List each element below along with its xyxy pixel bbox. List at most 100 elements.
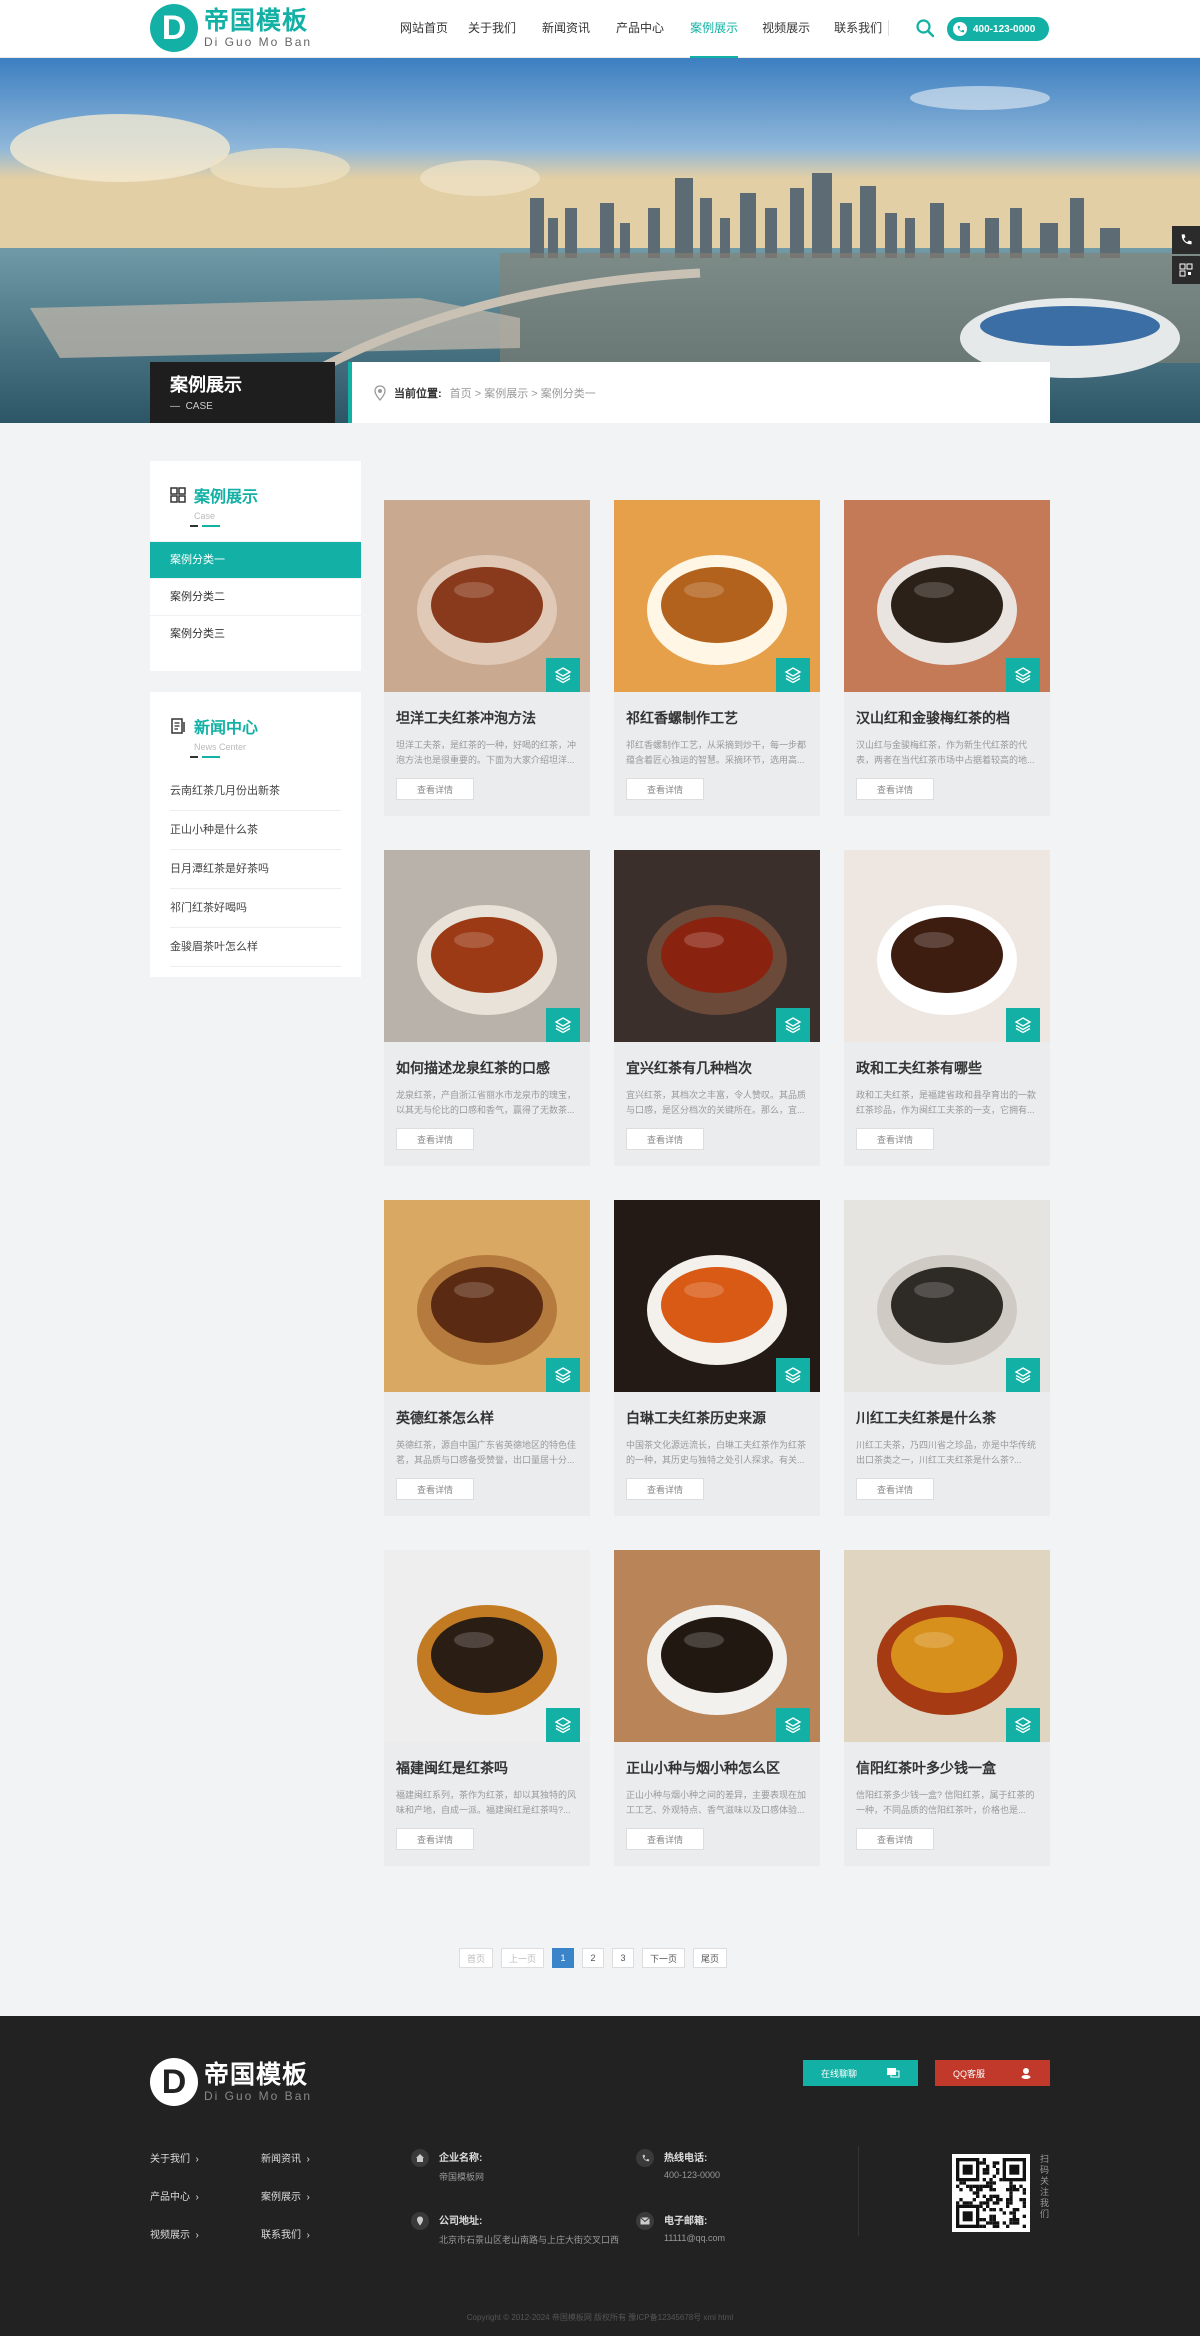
category-item-2[interactable]: 案例分类二 xyxy=(150,578,361,615)
nav-products[interactable]: 产品中心 xyxy=(616,0,664,58)
case-description: 祁红香螺制作工艺，从采摘到炒干，每一步都蕴含着匠心独运的智慧。采摘环节，选用高.… xyxy=(626,740,807,765)
home-icon xyxy=(411,2149,429,2167)
news-link-2[interactable]: 正山小种是什么茶 xyxy=(170,811,341,850)
floating-toolbar xyxy=(1172,226,1200,286)
view-details-button[interactable]: 查看详情 xyxy=(396,778,474,800)
case-card[interactable]: 正山小种与烟小种怎么区正山小种与烟小种之间的差异，主要表现在加工工艺、外观特点、… xyxy=(614,1550,820,1866)
case-thumbnail[interactable] xyxy=(844,850,1050,1042)
case-title[interactable]: 汉山红和金骏梅红茶的档 xyxy=(856,708,1038,728)
news-link-4[interactable]: 祁门红茶好喝吗 xyxy=(170,889,341,928)
layers-icon xyxy=(776,1358,810,1392)
page-2[interactable]: 2 xyxy=(582,1948,605,1968)
footer-link-contact[interactable]: 联系我们 › xyxy=(261,2226,372,2241)
company-name: 帝国模板网 xyxy=(439,2172,485,2182)
page-prev[interactable]: 上一页 xyxy=(501,1948,545,1968)
case-thumbnail[interactable] xyxy=(844,1550,1050,1742)
view-details-button[interactable]: 查看详情 xyxy=(626,1828,704,1850)
news-link-3[interactable]: 日月潭红茶是好茶吗 xyxy=(170,850,341,889)
nav-videos[interactable]: 视频展示 xyxy=(762,0,810,58)
footer-link-cases[interactable]: 案例展示 › xyxy=(261,2188,372,2203)
nav-cases[interactable]: 案例展示 xyxy=(690,0,739,58)
page-1[interactable]: 1 xyxy=(552,1948,575,1968)
view-details-button[interactable]: 查看详情 xyxy=(396,1478,474,1500)
case-thumbnail[interactable] xyxy=(614,1200,820,1392)
case-card[interactable]: 政和工夫红茶有哪些 政和工夫红茶，是福建省政和县孕育出的一款红茶珍品，作为闽红工夫… xyxy=(844,850,1050,1166)
case-title[interactable]: 政和工夫红茶有哪些 xyxy=(856,1058,1038,1078)
online-chat-button[interactable]: 在线聊聊 xyxy=(803,2060,918,2086)
nav-about[interactable]: 关于我们 xyxy=(468,0,516,58)
qq-service-button[interactable]: QQ客服 xyxy=(935,2060,1050,2086)
case-card[interactable]: 川红工夫红茶是什么茶 川红工夫茶，乃四川省之珍品，亦是中华传统出口茶类之一，川红工… xyxy=(844,1200,1050,1516)
main-nav: 网站首页 关于我们 新闻资讯 产品中心 案例展示 视频展示 联系我们 xyxy=(400,0,902,58)
nav-contact[interactable]: 联系我们 xyxy=(834,0,882,58)
category-item-3[interactable]: 案例分类三 xyxy=(150,615,361,652)
case-title[interactable]: 如何描述龙泉红茶的口感 xyxy=(396,1058,578,1078)
hotline-number: 400-123-0000 xyxy=(664,2170,721,2180)
phone-icon xyxy=(636,2149,654,2167)
case-title[interactable]: 坦洋工夫红茶冲泡方法 xyxy=(396,708,578,728)
case-thumbnail[interactable] xyxy=(844,500,1050,692)
footer-logo[interactable]: D 帝国模板 Di Guo Mo Ban xyxy=(150,2058,312,2106)
case-thumbnail[interactable] xyxy=(614,500,820,692)
case-card[interactable]: 福建闽红是红茶吗 福建闽红系列，茶作为红茶，却以其独特的风味和产地，自成一派。福建… xyxy=(384,1550,590,1866)
breadcrumb-path[interactable]: 首页 > 案例展示 > 案例分类一 xyxy=(450,385,596,401)
case-title[interactable]: 宜兴红茶有几种档次 xyxy=(626,1058,808,1078)
view-details-button[interactable]: 查看详情 xyxy=(856,1128,934,1150)
case-card[interactable]: 宜兴红茶有几种档次 宜兴红茶，其档次之丰富，令人赞叹。其品质与口感，是区分档次的关… xyxy=(614,850,820,1166)
page-3[interactable]: 3 xyxy=(612,1948,635,1968)
case-title[interactable]: 英德红茶怎么样 xyxy=(396,1408,578,1428)
case-card[interactable]: 信阳红茶叶多少钱一盒 信阳红茶多少钱一盒? 信阳红茶，属于红茶的一种，不同品质的信… xyxy=(844,1550,1050,1866)
case-card[interactable]: 汉山红和金骏梅红茶的档汉山红与金骏梅红茶，作为新生代红茶的代表，两者在当代红茶市… xyxy=(844,500,1050,816)
case-title[interactable]: 正山小种与烟小种怎么区 xyxy=(626,1758,808,1778)
page-first[interactable]: 首页 xyxy=(459,1948,494,1968)
case-card[interactable]: 白琳工夫红茶历史来源 中国茶文化源远流长，白琳工夫红茶作为红茶的一种，其历史与独特… xyxy=(614,1200,820,1516)
case-thumbnail[interactable] xyxy=(614,850,820,1042)
case-title[interactable]: 信阳红茶叶多少钱一盒 xyxy=(856,1758,1038,1778)
news-link-5[interactable]: 金骏眉茶叶怎么样 xyxy=(170,928,341,967)
case-thumbnail[interactable] xyxy=(614,1550,820,1742)
view-details-button[interactable]: 查看详情 xyxy=(856,778,934,800)
footer-link-products[interactable]: 产品中心 › xyxy=(150,2188,261,2203)
layers-icon xyxy=(776,1708,810,1742)
view-details-button[interactable]: 查看详情 xyxy=(626,1478,704,1500)
news-link-1[interactable]: 云南红茶几月份出新茶 xyxy=(170,772,341,811)
footer-link-about[interactable]: 关于我们 › xyxy=(150,2150,261,2165)
case-card[interactable]: 如何描述龙泉红茶的口感 龙泉红茶，产自浙江省丽水市龙泉市的瑰宝，以其无与伦比的口感… xyxy=(384,850,590,1166)
case-title[interactable]: 福建闽红是红茶吗 xyxy=(396,1758,578,1778)
page-next[interactable]: 下一页 xyxy=(642,1948,686,1968)
logo-cn-text: 帝国模板 xyxy=(204,7,309,35)
case-thumbnail[interactable] xyxy=(384,500,590,692)
floating-phone-button[interactable] xyxy=(1172,226,1200,254)
page-last[interactable]: 尾页 xyxy=(693,1948,728,1968)
nav-news[interactable]: 新闻资讯 xyxy=(542,0,590,58)
view-details-button[interactable]: 查看详情 xyxy=(626,778,704,800)
nav-home[interactable]: 网站首页 xyxy=(400,0,448,58)
category-item-1[interactable]: 案例分类一 xyxy=(150,541,361,578)
case-description: 汉山红与金骏梅红茶，作为新生代红茶的代表，两者在当代红茶市场中占据着较高的地..… xyxy=(856,740,1035,765)
case-thumbnail[interactable] xyxy=(384,1550,590,1742)
case-title[interactable]: 白琳工夫红茶历史来源 xyxy=(626,1408,808,1428)
case-thumbnail[interactable] xyxy=(384,1200,590,1392)
case-card[interactable]: 英德红茶怎么样 英德红茶，源自中国广东省英德地区的特色佳茗，其品质与口感备受赞誉，… xyxy=(384,1200,590,1516)
footer-link-news[interactable]: 新闻资讯 › xyxy=(261,2150,372,2165)
case-title[interactable]: 祁红香螺制作工艺 xyxy=(626,708,808,728)
case-thumbnail[interactable] xyxy=(844,1200,1050,1392)
qrcode-caption: 扫码关注我们 xyxy=(1040,2154,1050,2219)
news-panel: 新闻中心 News Center 云南红茶几月份出新茶 正山小种是什么茶 日月潭… xyxy=(150,692,361,977)
site-logo[interactable]: D 帝国模板 Di Guo Mo Ban xyxy=(150,4,312,52)
view-details-button[interactable]: 查看详情 xyxy=(396,1828,474,1850)
floating-qrcode-button[interactable] xyxy=(1172,256,1200,284)
view-details-button[interactable]: 查看详情 xyxy=(856,1828,934,1850)
search-icon[interactable] xyxy=(915,18,935,38)
case-thumbnail[interactable] xyxy=(384,850,590,1042)
case-title[interactable]: 川红工夫红茶是什么茶 xyxy=(856,1408,1038,1428)
case-card[interactable]: 祁红香螺制作工艺祁红香螺制作工艺，从采摘到炒干，每一步都蕴含着匠心独运的智慧。采… xyxy=(614,500,820,816)
view-details-button[interactable]: 查看详情 xyxy=(396,1128,474,1150)
footer-address: 公司地址: 北京市石景山区老山南路与上庄大街交叉口西 xyxy=(411,2212,619,2246)
view-details-button[interactable]: 查看详情 xyxy=(626,1128,704,1150)
footer-link-videos[interactable]: 视频展示 › xyxy=(150,2226,261,2241)
case-card[interactable]: 坦洋工夫红茶冲泡方法 坦洋工夫茶，是红茶的一种，好喝的红茶，冲泡方法也是很重要的。… xyxy=(384,500,590,816)
view-details-button[interactable]: 查看详情 xyxy=(856,1478,934,1500)
header-phone[interactable]: 400-123-0000 xyxy=(947,17,1049,41)
case-description: 正山小种与烟小种之间的差异，主要表现在加工工艺、外观特点、香气滋味以及口感体验.… xyxy=(626,1790,807,1815)
